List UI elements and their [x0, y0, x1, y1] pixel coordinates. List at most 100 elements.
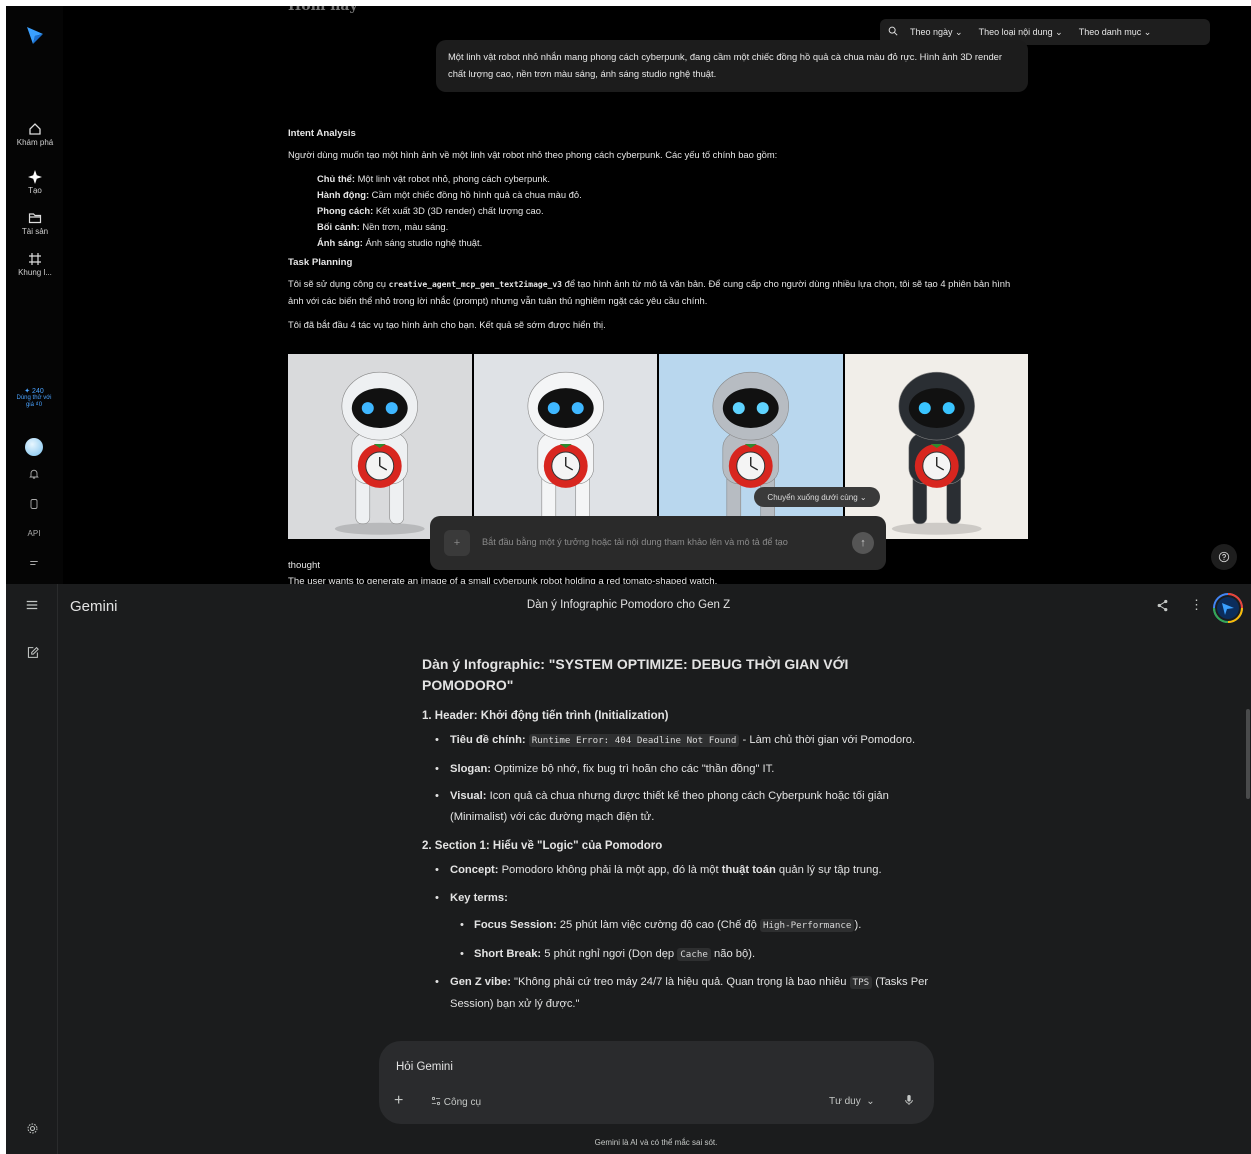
intent-item: Ánh sáng: Ánh sáng studio nghệ thuật.: [317, 237, 483, 248]
section-2-list: Concept: Pomodoro không phải là một app,…: [422, 860, 942, 1014]
send-button[interactable]: ↑: [852, 532, 874, 554]
inline-code: Cache: [677, 947, 711, 961]
gemini-input-placeholder: Hỏi Gemini: [396, 1061, 453, 1073]
intent-item: Phong cách: Kết xuất 3D (3D render) chất…: [317, 205, 544, 216]
filter-by-date[interactable]: Theo ngày ⌄: [902, 27, 971, 38]
gemini-sidebar: [6, 584, 58, 1154]
gemini-app: Gemini Dàn ý Infographic Pomodoro cho Ge…: [6, 584, 1251, 1154]
intent-intro: Người dùng muốn tạo một hình ảnh về một …: [288, 149, 778, 160]
filter-by-category-label: Theo danh mục: [1078, 26, 1142, 37]
nav-create[interactable]: Tạo: [10, 170, 60, 196]
image-generator-app: Khám phá Tạo Tài sản Khung l... ✦ 240 Dù…: [6, 6, 1251, 584]
robot-illustration: [891, 371, 982, 535]
scroll-to-bottom-button[interactable]: Chuyển xuống dưới cùng ⌄: [754, 487, 880, 507]
settings-gear-icon[interactable]: [23, 1121, 41, 1139]
sparkle-icon: [28, 170, 42, 184]
intent-heading: Intent Analysis: [288, 128, 356, 139]
assistant-response: Intent Analysis Người dùng muốn tạo một …: [288, 128, 1028, 333]
generated-image[interactable]: [844, 354, 1028, 539]
thought-text: The user wants to generate an image of a…: [288, 576, 718, 584]
section-heading: 1. Header: Khởi động tiến trình (Initial…: [422, 710, 669, 722]
nav-create-label: Tạo: [28, 186, 42, 195]
credits-count: ✦ 240: [24, 388, 44, 395]
app-logo-icon[interactable]: [24, 24, 46, 46]
nav-assets[interactable]: Tài sản: [10, 211, 60, 237]
more-options-icon[interactable]: ⋮: [1190, 597, 1203, 615]
mode-label: Tư duy: [829, 1096, 861, 1107]
inline-code: Runtime Error: 404 Deadline Not Found: [528, 734, 740, 747]
filter-by-date-label: Theo ngày: [910, 26, 953, 37]
history-section-title: Hôm nay: [288, 6, 358, 14]
folder-icon: [28, 213, 42, 224]
list-item: Visual: Icon quả cà chua nhưng được thiế…: [422, 786, 942, 827]
device-icon[interactable]: [26, 498, 42, 514]
intent-item: Hành động: Cầm một chiếc đồng hồ hình qu…: [317, 189, 582, 200]
list-item: Focus Session: 25 phút làm việc cường độ…: [422, 915, 942, 937]
generated-image-grid: [288, 354, 1028, 539]
mode-selector[interactable]: Tư duy ⌄: [829, 1096, 875, 1107]
tools-button[interactable]: Công cụ: [431, 1096, 481, 1108]
intent-list: Chủ thể: Một linh vật robot nhỏ, phong c…: [288, 171, 1028, 251]
nav-explore[interactable]: Khám phá: [10, 122, 60, 148]
scrollbar-thumb[interactable]: [1246, 709, 1250, 799]
chat-title[interactable]: Dàn ý Infographic Pomodoro cho Gen Z: [6, 599, 1251, 611]
generated-image[interactable]: [288, 354, 472, 539]
chevron-down-icon: ⌄: [866, 1096, 875, 1107]
generated-image[interactable]: [473, 354, 657, 539]
nav-assets-label: Tài sản: [21, 227, 49, 236]
thought-block: thought The user wants to generate an im…: [288, 558, 717, 584]
doc-title: Dàn ý Infographic: "SYSTEM OPTIMIZE: DEB…: [422, 656, 849, 693]
search-icon[interactable]: [880, 26, 902, 38]
robot-illustration: [705, 371, 796, 535]
credits-badge[interactable]: ✦ 240 Dùng thử với giá ₫0: [12, 388, 56, 409]
tools-icon: [431, 1096, 441, 1106]
disclaimer: Gemini là AI và có thể mắc sai sót.: [594, 1138, 718, 1147]
chevron-down-icon: ⌄: [859, 492, 867, 502]
response-document: Dàn ý Infographic: "SYSTEM OPTIMIZE: DEB…: [422, 654, 942, 1021]
inline-code: TPS: [849, 976, 873, 989]
intent-item: Chủ thể: Một linh vật robot nhỏ, phong c…: [317, 173, 550, 184]
nav-explore-label: Khám phá: [16, 138, 54, 147]
home-icon: [29, 123, 41, 135]
list-item: Short Break: 5 phút nghỉ ngơi (Dọn dẹp C…: [422, 944, 942, 966]
scroll-to-bottom-label: Chuyển xuống dưới cùng: [767, 492, 858, 502]
left-nav-rail: Khám phá Tạo Tài sản Khung l... ✦ 240 Dù…: [6, 6, 63, 584]
generated-image[interactable]: [659, 354, 843, 539]
tasks-started-text: Tôi đã bắt đầu 4 tác vụ tạo hình ảnh cho…: [288, 319, 606, 330]
list-item: Slogan: Optimize bộ nhớ, fix bug trì hoã…: [422, 759, 942, 780]
list-item: Concept: Pomodoro không phải là một app,…: [422, 860, 942, 881]
list-item: Key terms:: [422, 888, 942, 909]
planning-text: Tôi sẽ sử dụng công cụ creative_agent_mc…: [288, 278, 1011, 306]
microphone-icon[interactable]: [904, 1094, 914, 1109]
filter-by-category[interactable]: Theo danh mục ⌄: [1071, 27, 1160, 38]
trial-label: Dùng thử với giá ₫0: [16, 395, 52, 408]
help-button[interactable]: [1211, 544, 1237, 570]
robot-illustration: [334, 371, 425, 535]
add-icon[interactable]: +: [394, 1092, 403, 1110]
chevron-down-icon: ⌄: [1143, 26, 1152, 37]
frame-icon: [29, 253, 41, 265]
section-1-list: Tiêu đề chính: Runtime Error: 404 Deadli…: [422, 730, 942, 827]
chevron-down-icon: ⌄: [1055, 26, 1063, 37]
robot-illustration: [520, 371, 611, 535]
chevron-down-icon: ⌄: [955, 26, 963, 37]
nav-frames[interactable]: Khung l...: [10, 252, 60, 278]
new-chat-icon[interactable]: [23, 645, 41, 663]
inline-code: High-Performance: [759, 919, 855, 932]
add-reference-button[interactable]: +: [444, 530, 470, 556]
filter-by-content-type[interactable]: Theo loại nội dung ⌄: [971, 27, 1071, 38]
list-item: Tiêu đề chính: Runtime Error: 404 Deadli…: [422, 730, 942, 752]
intent-item: Bối cảnh: Nền trơn, màu sáng.: [317, 221, 449, 232]
user-message: Một linh vật robot nhỏ nhắn mang phong c…: [436, 40, 1028, 92]
share-icon[interactable]: [1156, 599, 1172, 615]
menu-icon[interactable]: [26, 557, 42, 573]
filter-by-content-type-label: Theo loại nội dung: [978, 26, 1053, 37]
api-link[interactable]: API: [26, 529, 42, 545]
bell-icon[interactable]: [26, 468, 42, 484]
prompt-input-placeholder: Bắt đầu bằng một ý tưởng hoặc tải nội du…: [482, 537, 788, 547]
avatar[interactable]: [25, 438, 43, 456]
gemini-prompt-input[interactable]: Hỏi Gemini + Công cụ Tư duy ⌄: [379, 1041, 934, 1124]
thought-label: thought: [288, 560, 321, 571]
planning-heading: Task Planning: [288, 257, 353, 268]
avatar[interactable]: [1213, 593, 1243, 623]
